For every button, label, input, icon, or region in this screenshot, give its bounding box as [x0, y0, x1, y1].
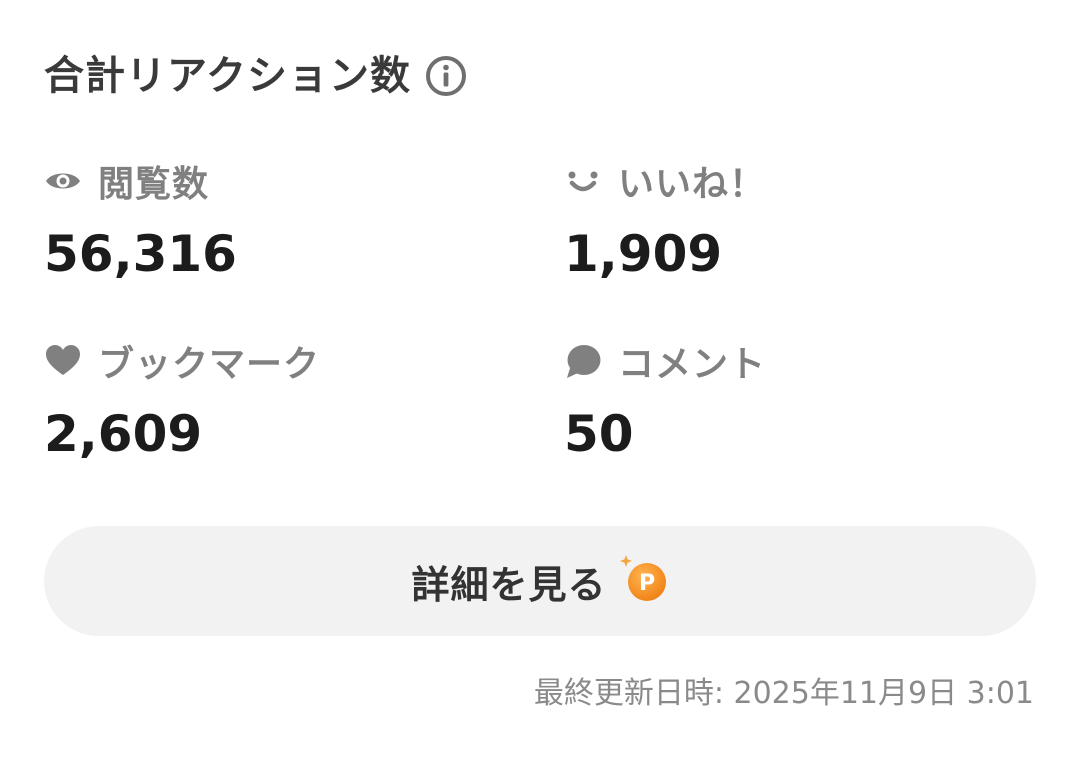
stat-label: ブックマーク: [98, 344, 321, 385]
stat-value: 2,609: [44, 405, 203, 463]
stat-value: 50: [564, 405, 634, 463]
stat-bookmarks: ブックマーク 2,609: [44, 336, 484, 462]
header: 合計リアクション数: [44, 48, 467, 104]
stat-likes: いいね！ 1,909: [564, 156, 1004, 282]
stat-label: コメント: [618, 344, 767, 385]
points-badge-letter: P: [638, 571, 654, 596]
stat-value: 1,909: [564, 225, 723, 283]
stat-views: 閲覧数 56,316: [44, 156, 484, 282]
stat-label: 閲覧数: [98, 164, 210, 205]
stat-value: 56,316: [44, 225, 237, 283]
view-details-label: 詳細を見る: [411, 562, 607, 607]
stat-comments: コメント 50: [564, 336, 1004, 462]
page-title: 合計リアクション数: [44, 53, 411, 99]
last-updated: 最終更新日時: 2025年11月9日 3:01: [533, 676, 1034, 711]
eye-icon: [44, 162, 82, 200]
speech-bubble-icon: [564, 342, 602, 380]
stat-label: いいね！: [618, 164, 767, 205]
smile-icon: [564, 162, 602, 200]
info-icon[interactable]: [425, 55, 467, 97]
heart-icon: [44, 342, 82, 380]
view-details-button[interactable]: 詳細を見る P: [44, 526, 1036, 636]
points-badge-icon: P: [619, 554, 669, 604]
